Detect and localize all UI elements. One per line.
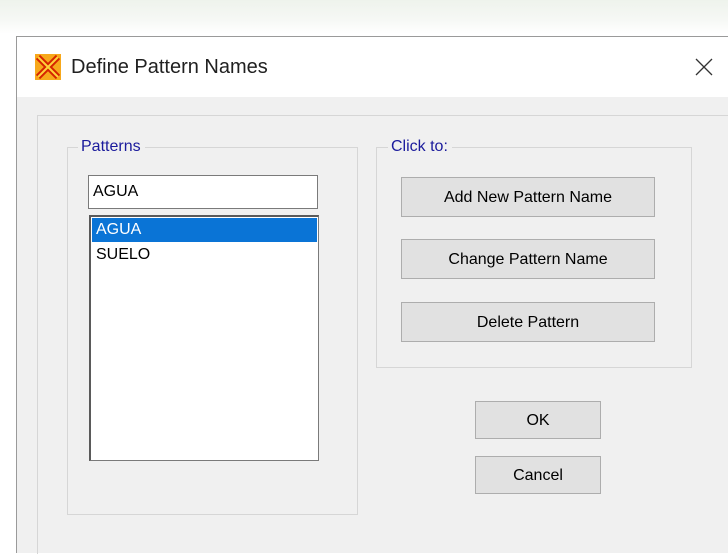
patterns-group-label: Patterns [78, 138, 145, 156]
list-item[interactable]: SUELO [92, 243, 317, 267]
define-pattern-names-dialog: Define Pattern Names Patterns AGUA AGUA … [16, 36, 728, 554]
pattern-name-input[interactable]: AGUA [88, 175, 318, 209]
delete-pattern-button[interactable]: Delete Pattern [401, 302, 655, 342]
close-icon[interactable] [689, 52, 719, 82]
ok-button[interactable]: OK [475, 401, 601, 439]
add-new-pattern-name-button[interactable]: Add New Pattern Name [401, 177, 655, 217]
window-title: Define Pattern Names [71, 56, 268, 78]
list-item[interactable]: AGUA [92, 218, 317, 242]
patterns-list[interactable]: AGUA SUELO [89, 215, 319, 461]
app-logo-icon [35, 54, 61, 80]
title-bar[interactable]: Define Pattern Names [17, 37, 728, 97]
cancel-button[interactable]: Cancel [475, 456, 601, 494]
change-pattern-name-button[interactable]: Change Pattern Name [401, 239, 655, 279]
click-to-group-label: Click to: [388, 138, 452, 156]
